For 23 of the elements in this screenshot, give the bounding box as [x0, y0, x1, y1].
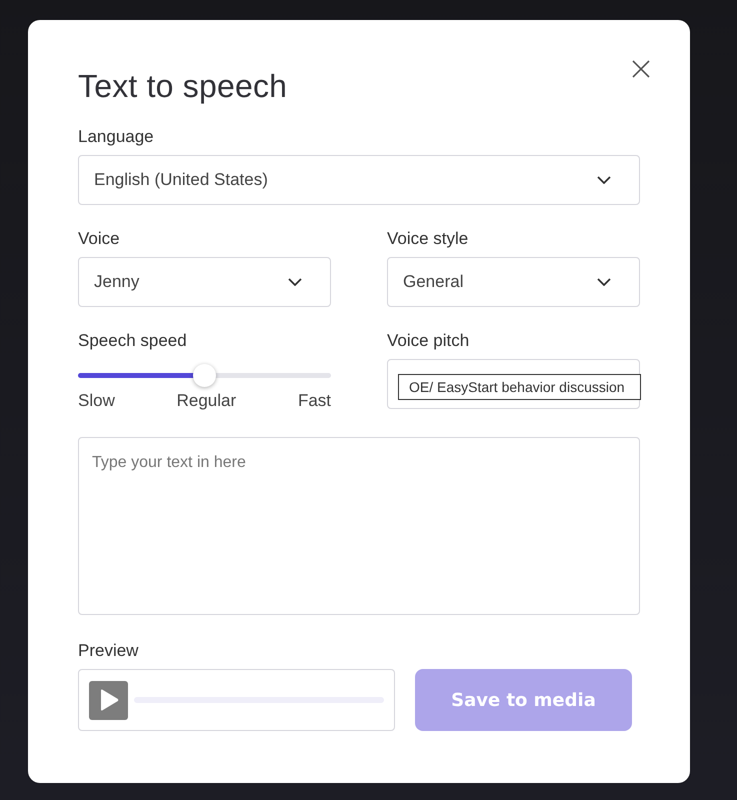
chevron-icon [597, 278, 611, 286]
dropdown[interactable]: Jenny [78, 257, 331, 307]
field-label: Voice style [387, 229, 470, 249]
speed-slider[interactable] [78, 364, 331, 387]
chevron-icon [288, 278, 302, 286]
tooltip: OE/ EasyStart behavior discussion [398, 374, 641, 400]
scale-label: Slow [78, 391, 115, 411]
field-label: Voice [78, 229, 121, 249]
dropdown[interactable]: English (United States) [78, 155, 640, 205]
field-label: Preview [78, 641, 140, 661]
pitch-field[interactable]: OE/ EasyStart behavior discussion [387, 359, 640, 409]
close-icon[interactable] [632, 60, 650, 78]
field-label: Voice pitch [387, 331, 470, 351]
dropdown[interactable]: General [387, 257, 640, 307]
field-label: Speech speed [78, 331, 188, 351]
chevron-icon [597, 176, 611, 184]
scale-label: Fast [298, 391, 331, 411]
dialog-title: Text to speech [78, 68, 288, 105]
play-button[interactable] [89, 680, 128, 720]
slider-thumb[interactable] [192, 364, 216, 387]
scale-label: Regular [176, 391, 236, 411]
field-label: Language [78, 127, 155, 147]
text-input-field[interactable]: Type your text in here [78, 437, 640, 615]
